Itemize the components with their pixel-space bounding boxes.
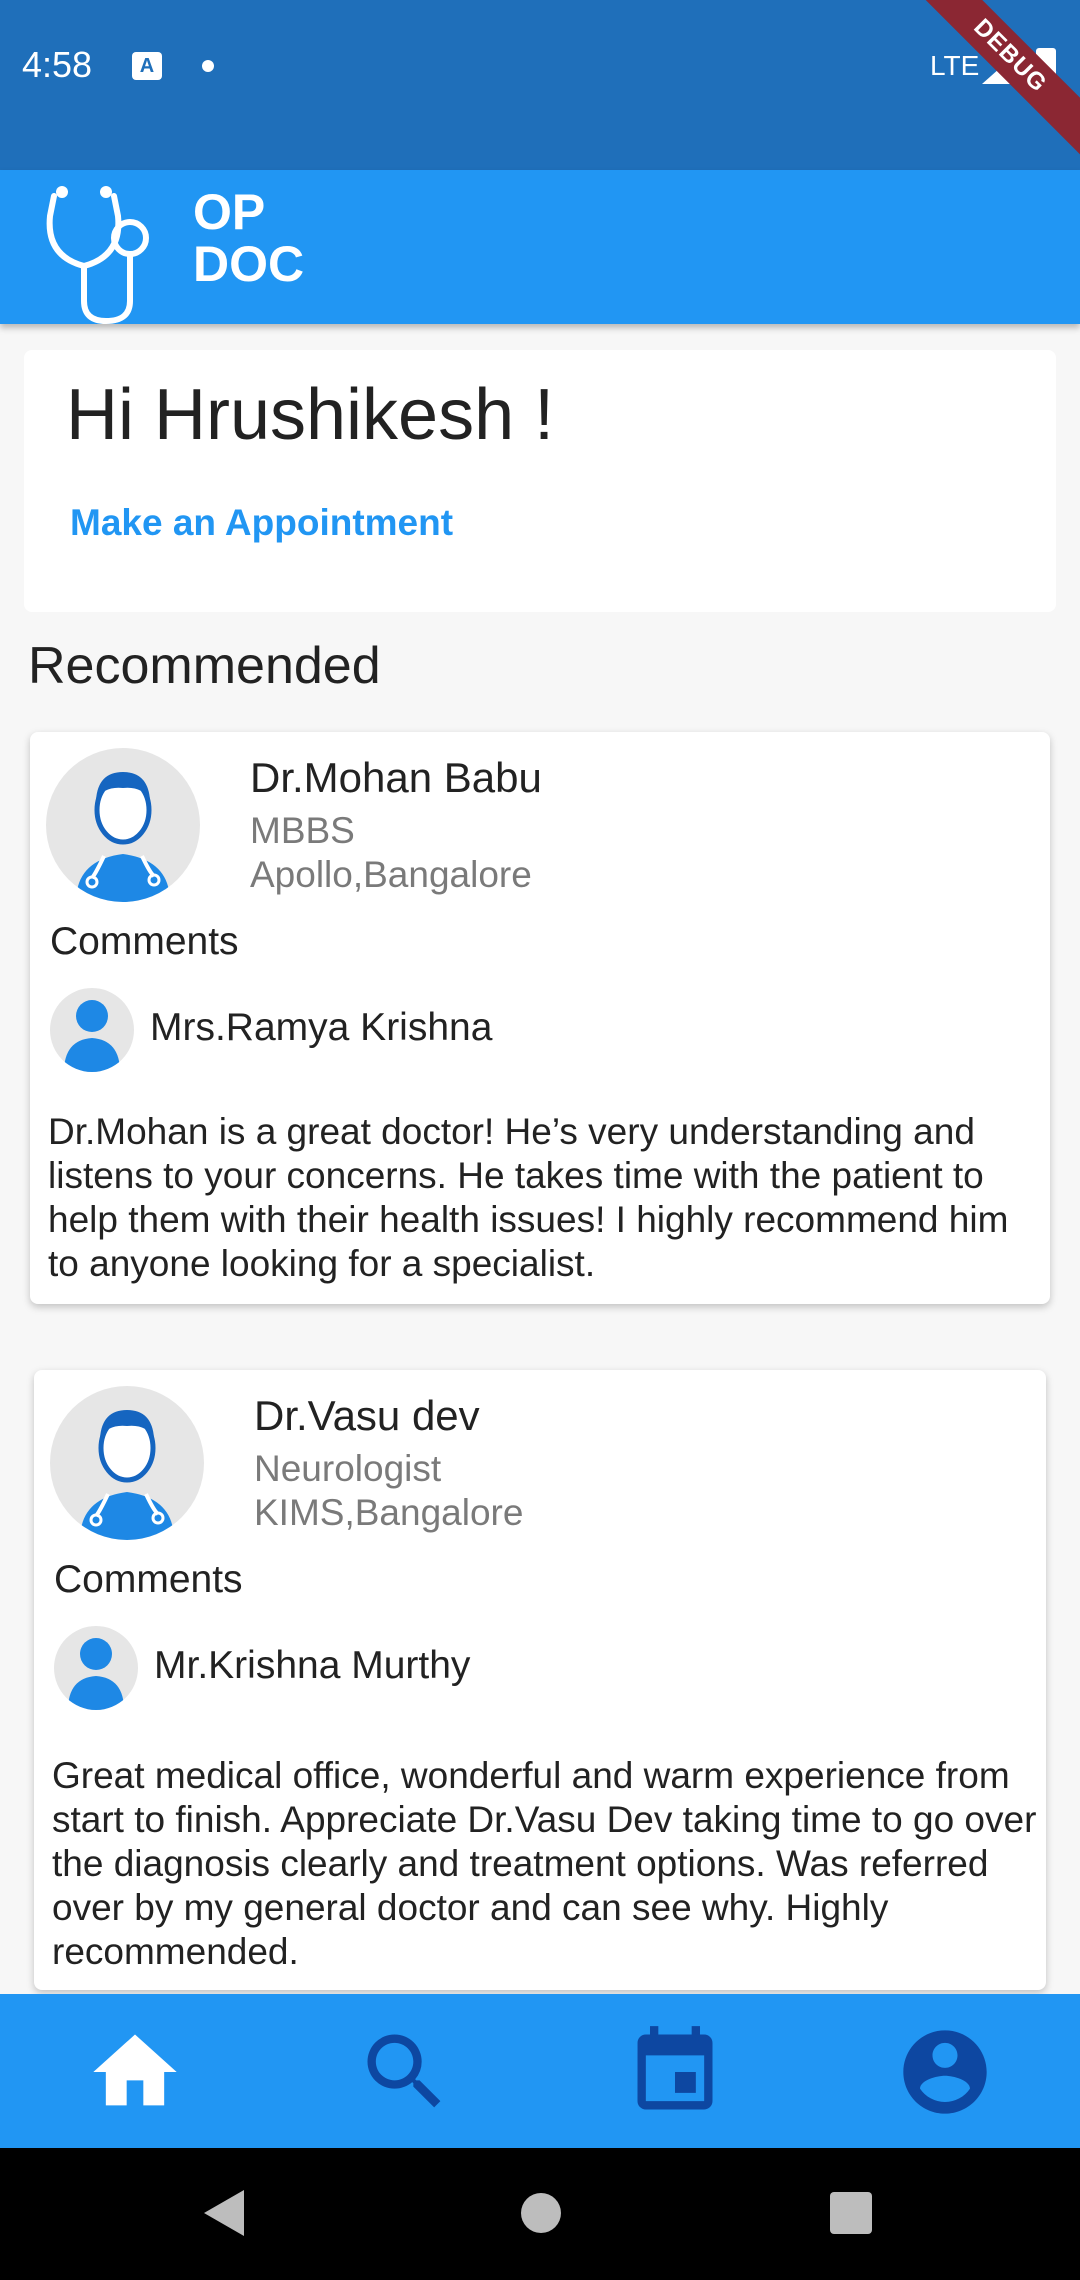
app-logo-text: OP DOC — [193, 186, 304, 290]
logo-line-2: DOC — [193, 236, 305, 292]
nav-account[interactable] — [895, 2022, 995, 2122]
nav-calendar[interactable] — [625, 2022, 725, 2122]
greeting-title: Hi Hrushikesh ! — [66, 375, 555, 455]
system-navigation-bar — [0, 2148, 1080, 2280]
doctor-qualification: Neurologist — [254, 1448, 442, 1489]
accessibility-notification-icon: A — [132, 52, 162, 80]
doctor-name: Dr.Mohan Babu — [250, 754, 542, 801]
make-appointment-link[interactable]: Make an Appointment — [70, 502, 453, 544]
nav-home[interactable] — [85, 2022, 185, 2122]
doctor-avatar-icon — [50, 1386, 204, 1540]
bottom-navigation — [0, 1994, 1080, 2148]
recents-icon[interactable] — [830, 2192, 872, 2234]
greeting-card: Hi Hrushikesh ! Make an Appointment — [24, 350, 1056, 612]
comment-text: Great medical office, wonderful and warm… — [52, 1755, 1037, 1972]
notification-dot-icon — [202, 60, 214, 72]
doctor-qualification: MBBS — [250, 810, 355, 851]
user-avatar-icon — [54, 1626, 138, 1710]
account-icon — [903, 2030, 987, 2114]
nav-search[interactable] — [355, 2022, 455, 2122]
comments-label: Comments — [50, 920, 239, 963]
back-icon[interactable] — [204, 2190, 246, 2236]
doctor-avatar-icon — [46, 748, 200, 902]
doctor-card[interactable]: Dr.Vasu dev Neurologist KIMS,Bangalore C… — [34, 1370, 1046, 1990]
home-button-icon[interactable] — [520, 2192, 562, 2234]
status-bar: 4:58 A LTE DEBUG — [0, 0, 1080, 170]
doctor-location: KIMS,Bangalore — [254, 1492, 524, 1533]
logo-line-1: OP — [193, 184, 266, 240]
commenter-name: Mrs.Ramya Krishna — [150, 1006, 493, 1049]
comment-text: Dr.Mohan is a great doctor! He’s very un… — [48, 1111, 1009, 1284]
search-icon — [367, 2034, 441, 2108]
network-type: LTE — [930, 50, 980, 81]
stethoscope-logo-icon — [46, 186, 149, 325]
user-avatar-icon — [50, 988, 134, 1072]
status-time: 4:58 — [22, 44, 93, 85]
doctor-name: Dr.Vasu dev — [254, 1392, 480, 1439]
section-title-recommended: Recommended — [28, 637, 381, 695]
doctor-location: Apollo,Bangalore — [250, 854, 532, 895]
comments-label: Comments — [54, 1558, 243, 1601]
doctor-card[interactable]: Dr.Mohan Babu MBBS Apollo,Bangalore Comm… — [30, 732, 1050, 1304]
app-bar: OP DOC — [0, 170, 1080, 325]
commenter-name: Mr.Krishna Murthy — [154, 1644, 471, 1687]
home-icon — [93, 2034, 177, 2106]
calendar-icon — [637, 2026, 713, 2110]
